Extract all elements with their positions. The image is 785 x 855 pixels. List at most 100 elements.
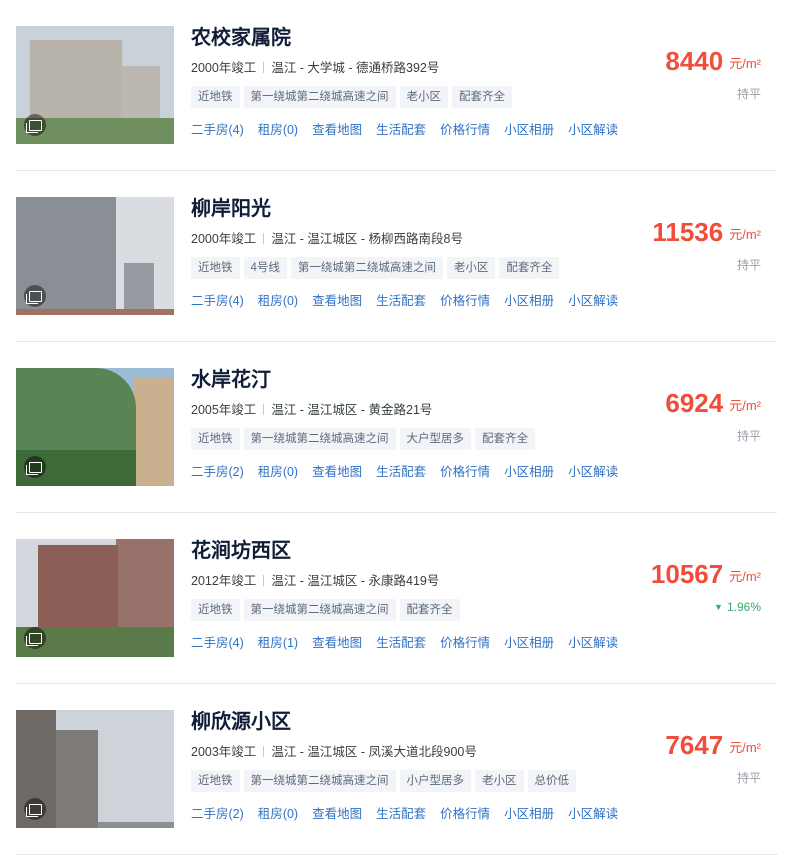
rent-link[interactable]: 租房(0) <box>258 294 298 308</box>
community-name[interactable]: 水岸花汀 <box>191 368 631 392</box>
photo-album-icon[interactable] <box>24 798 46 820</box>
photo-album-icon[interactable] <box>24 456 46 478</box>
photo-album-icon[interactable] <box>24 627 46 649</box>
link-label: 查看地图 <box>312 123 363 137</box>
price-trend-link[interactable]: 价格行情 <box>440 807 490 821</box>
album-link[interactable]: 小区相册 <box>504 807 554 821</box>
build-year: 2000年竣工 <box>191 61 257 75</box>
price-unit: 元/m² <box>729 398 761 413</box>
price-trend: 持平 <box>611 770 761 786</box>
link-label: 租房 <box>257 636 283 650</box>
community-location: 温江 - 大学城 - 德通桥路392号 <box>271 61 440 75</box>
rent-link[interactable]: 租房(1) <box>258 636 298 650</box>
meta-divider <box>263 233 265 244</box>
community-links: 二手房(2) 租房(0) 查看地图 生活配套 价格行情 小区相册 小区解读 <box>191 805 631 823</box>
price-trend-link[interactable]: 价格行情 <box>440 465 490 479</box>
secondhand-link[interactable]: 二手房(4) <box>191 294 244 308</box>
community-meta: 2012年竣工 温江 - 温江城区 - 永康路419号 <box>191 573 631 589</box>
community-info: 农校家属院 2000年竣工 温江 - 大学城 - 德通桥路392号 近地铁 第一绕城… <box>191 26 631 139</box>
link-count: (4) <box>228 636 244 650</box>
price-trend: 持平 <box>611 428 761 444</box>
analysis-link[interactable]: 小区解读 <box>568 807 618 821</box>
view-map-link[interactable]: 查看地图 <box>312 123 362 137</box>
community-photo[interactable] <box>16 197 174 315</box>
feature-tag: 小户型居多 <box>399 770 471 792</box>
price-trend-link[interactable]: 价格行情 <box>440 123 490 137</box>
feature-tag: 第一绕城第二绕城高速之间 <box>243 86 396 108</box>
album-link[interactable]: 小区相册 <box>504 465 554 479</box>
community-list-item: 水岸花汀 2005年竣工 温江 - 温江城区 - 黄金路21号 近地铁 第一绕城第二… <box>16 342 777 513</box>
community-meta: 2005年竣工 温江 - 温江城区 - 黄金路21号 <box>191 402 631 418</box>
secondhand-link[interactable]: 二手房(4) <box>191 636 244 650</box>
community-links: 二手房(2) 租房(0) 查看地图 生活配套 价格行情 小区相册 小区解读 <box>191 463 631 481</box>
photo-album-icon[interactable] <box>24 285 46 307</box>
analysis-link[interactable]: 小区解读 <box>568 294 618 308</box>
link-label: 小区解读 <box>568 123 619 137</box>
view-map-link[interactable]: 查看地图 <box>312 807 362 821</box>
link-label: 查看地图 <box>312 807 363 821</box>
feature-tag: 总价低 <box>527 770 576 792</box>
album-link[interactable]: 小区相册 <box>504 123 554 137</box>
secondhand-link[interactable]: 二手房(2) <box>191 465 244 479</box>
trend-text: 1.96% <box>726 600 761 614</box>
link-count: (0) <box>282 294 299 308</box>
album-link[interactable]: 小区相册 <box>504 294 554 308</box>
amenities-link[interactable]: 生活配套 <box>376 465 426 479</box>
link-count: (0) <box>282 807 299 821</box>
link-label: 查看地图 <box>312 636 363 650</box>
feature-tag: 4号线 <box>243 257 287 279</box>
trend-text: 持平 <box>736 429 761 443</box>
build-year: 2005年竣工 <box>191 403 257 417</box>
community-name[interactable]: 柳欣源小区 <box>191 710 631 734</box>
link-count: (0) <box>282 123 299 137</box>
link-label: 小区相册 <box>504 465 555 479</box>
price-trend-link[interactable]: 价格行情 <box>440 294 490 308</box>
amenities-link[interactable]: 生活配套 <box>376 807 426 821</box>
view-map-link[interactable]: 查看地图 <box>312 465 362 479</box>
feature-tag: 第一绕城第二绕城高速之间 <box>243 599 396 621</box>
amenities-link[interactable]: 生活配套 <box>376 123 426 137</box>
link-label: 小区解读 <box>568 294 619 308</box>
community-photo[interactable] <box>16 26 174 144</box>
analysis-link[interactable]: 小区解读 <box>568 636 618 650</box>
link-label: 二手房 <box>191 636 229 650</box>
rent-link[interactable]: 租房(0) <box>258 807 298 821</box>
link-label: 价格行情 <box>440 294 491 308</box>
album-link[interactable]: 小区相册 <box>504 636 554 650</box>
community-name[interactable]: 花涧坊西区 <box>191 539 631 563</box>
rent-link[interactable]: 租房(0) <box>258 123 298 137</box>
link-label: 租房 <box>257 807 283 821</box>
community-meta: 2000年竣工 温江 - 温江城区 - 杨柳西路南段8号 <box>191 231 631 247</box>
secondhand-link[interactable]: 二手房(2) <box>191 807 244 821</box>
view-map-link[interactable]: 查看地图 <box>312 636 362 650</box>
community-photo[interactable] <box>16 710 174 828</box>
link-label: 小区解读 <box>568 807 619 821</box>
secondhand-link[interactable]: 二手房(4) <box>191 123 244 137</box>
price-trend: 持平 <box>611 257 761 273</box>
community-location: 温江 - 温江城区 - 杨柳西路南段8号 <box>271 232 463 246</box>
amenities-link[interactable]: 生活配套 <box>376 636 426 650</box>
link-label: 小区相册 <box>504 636 555 650</box>
analysis-link[interactable]: 小区解读 <box>568 465 618 479</box>
community-location: 温江 - 温江城区 - 凤溪大道北段900号 <box>271 745 477 759</box>
community-meta: 2003年竣工 温江 - 温江城区 - 凤溪大道北段900号 <box>191 744 631 760</box>
link-label: 价格行情 <box>440 807 491 821</box>
build-year: 2000年竣工 <box>191 232 257 246</box>
rent-link[interactable]: 租房(0) <box>258 465 298 479</box>
price-value: 7647 <box>665 730 724 760</box>
photo-album-icon[interactable] <box>24 114 46 136</box>
feature-tag: 近地铁 <box>191 257 240 279</box>
amenities-link[interactable]: 生活配套 <box>376 294 426 308</box>
community-name[interactable]: 柳岸阳光 <box>191 197 631 221</box>
link-label: 价格行情 <box>440 465 491 479</box>
feature-tag: 第一绕城第二绕城高速之间 <box>243 770 396 792</box>
tag-list: 近地铁 第一绕城第二绕城高速之间 小户型居多 老小区 总价低 <box>191 770 631 792</box>
price-trend-link[interactable]: 价格行情 <box>440 636 490 650</box>
link-label: 租房 <box>257 465 283 479</box>
view-map-link[interactable]: 查看地图 <box>312 294 362 308</box>
feature-tag: 配套齐全 <box>475 428 535 450</box>
analysis-link[interactable]: 小区解读 <box>568 123 618 137</box>
community-photo[interactable] <box>16 368 174 486</box>
community-name[interactable]: 农校家属院 <box>191 26 631 50</box>
community-photo[interactable] <box>16 539 174 657</box>
